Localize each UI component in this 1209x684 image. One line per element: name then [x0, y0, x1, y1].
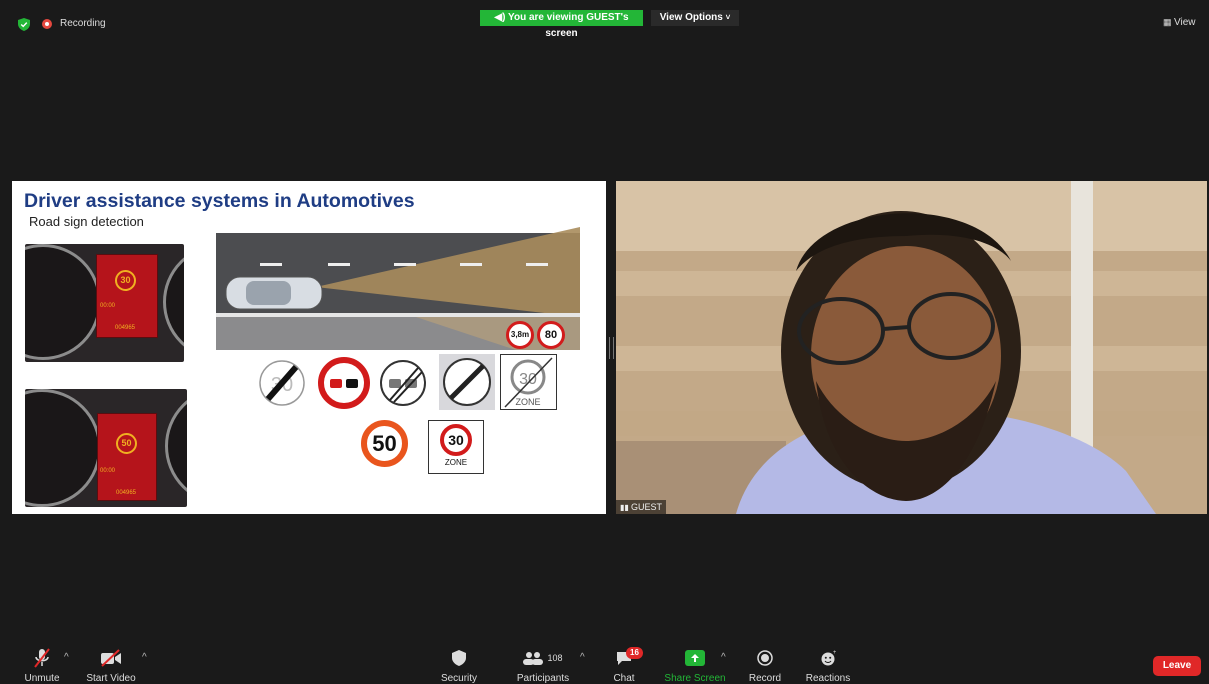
speed-limit-50-sign: 50	[361, 420, 408, 467]
view-options-button[interactable]: View Options ˅	[651, 10, 739, 26]
reactions-label: Reactions	[805, 673, 851, 684]
shared-slide: Driver assistance systems in Automotives…	[12, 181, 606, 514]
audio-options-caret[interactable]: ^	[64, 652, 69, 663]
end-zone-30-sign: 30 ZONE	[500, 354, 557, 410]
chat-unread-badge: 16	[626, 647, 643, 659]
start-video-label: Start Video	[86, 673, 136, 684]
speed-limit-80-sign: 80	[537, 321, 565, 349]
speaker-icon: ◀)	[494, 12, 509, 23]
participants-options-caret[interactable]: ^	[580, 652, 585, 663]
odometer-readout: 004965	[115, 325, 136, 331]
smiley-icon: +	[804, 647, 852, 669]
speedometer-gauge	[25, 389, 101, 507]
signal-strength-icon: ▮▮	[620, 503, 632, 512]
viewing-screen-banner: ◀) You are viewing GUEST's screen	[480, 10, 643, 39]
tachometer-gauge	[163, 244, 184, 360]
view-button[interactable]: ▦ View	[1163, 17, 1196, 28]
zone-30-limit: 30	[440, 424, 472, 456]
time-readout: 00:00	[100, 303, 116, 309]
reactions-button[interactable]: + Reactions	[804, 647, 852, 684]
video-off-icon	[76, 647, 146, 669]
muted-microphone-icon	[22, 647, 62, 669]
share-screen-button[interactable]: Share Screen	[664, 647, 726, 684]
unmute-label: Unmute	[24, 673, 60, 684]
odometer-readout: 004965	[116, 490, 137, 496]
svg-text:+: +	[833, 650, 836, 656]
record-icon	[744, 647, 786, 669]
video-options-caret[interactable]: ^	[142, 652, 147, 663]
dashboard-photo-1: 30 00:00 004965	[25, 244, 184, 362]
participant-count: 108	[547, 653, 563, 663]
end-all-restrictions-sign	[439, 354, 495, 410]
slide-title: Driver assistance systems in Automotives	[24, 190, 415, 212]
view-options-label: View Options	[659, 12, 723, 23]
participant-name: GUEST	[631, 502, 663, 512]
svg-text:ZONE: ZONE	[515, 397, 540, 407]
participants-label: Participants	[516, 673, 570, 684]
unmute-button[interactable]: Unmute	[22, 647, 62, 684]
tachometer-gauge	[165, 389, 187, 505]
security-button[interactable]: Security	[436, 647, 482, 684]
speedometer-gauge	[25, 244, 101, 360]
start-video-button[interactable]: Start Video	[76, 647, 146, 684]
top-bar: Recording ◀) You are viewing GUEST's scr…	[0, 0, 1209, 40]
share-screen-label: Share Screen	[664, 673, 726, 684]
split-divider-handle[interactable]	[609, 337, 614, 359]
chevron-down-icon: ˅	[725, 13, 731, 22]
zone-label: ZONE	[444, 458, 468, 467]
grid-view-icon: ▦	[1163, 17, 1175, 27]
viewing-banner-text: You are viewing GUEST's screen	[508, 12, 629, 39]
slide-subtitle: Road sign detection	[29, 214, 144, 229]
cluster-display: 50 00:00 004965	[97, 413, 157, 501]
dashboard-photo-2: 50 00:00 004965	[25, 389, 187, 507]
recording-label: Recording	[60, 18, 106, 29]
security-shield-icon[interactable]	[18, 18, 30, 31]
recording-icon[interactable]	[42, 19, 52, 29]
participants-button[interactable]: 108 Participants	[510, 647, 576, 684]
participant-video	[616, 181, 1207, 514]
speed-limit-readout: 30	[115, 270, 136, 291]
participant-name-tag: ▮▮ GUEST	[616, 500, 667, 514]
no-overtaking-sign	[318, 357, 370, 409]
svg-text:30: 30	[519, 371, 537, 388]
speed-limit-readout: 50	[116, 433, 137, 454]
time-readout: 00:00	[100, 468, 116, 474]
view-label: View	[1174, 17, 1196, 28]
chat-label: Chat	[613, 673, 635, 684]
leave-button[interactable]: Leave	[1153, 656, 1201, 676]
security-label: Security	[440, 673, 478, 684]
cluster-display: 30 00:00 004965	[96, 254, 158, 338]
end-speed-limit-sign: 30	[258, 359, 306, 407]
road-illustration: 3,8m 80	[216, 217, 580, 350]
chat-bubble-icon: 16	[606, 647, 643, 669]
record-label: Record	[748, 673, 782, 684]
video-frame	[616, 181, 1207, 514]
record-button[interactable]: Record	[744, 647, 786, 684]
share-screen-icon	[664, 647, 726, 669]
chat-button[interactable]: 16 Chat	[606, 647, 643, 684]
participants-icon: 108	[510, 647, 576, 669]
end-no-overtaking-sign	[378, 358, 428, 408]
zone-30-sign: 30 ZONE	[428, 420, 484, 474]
shield-icon	[436, 647, 482, 669]
share-options-caret[interactable]: ^	[721, 652, 726, 663]
height-limit-sign: 3,8m	[506, 321, 534, 349]
